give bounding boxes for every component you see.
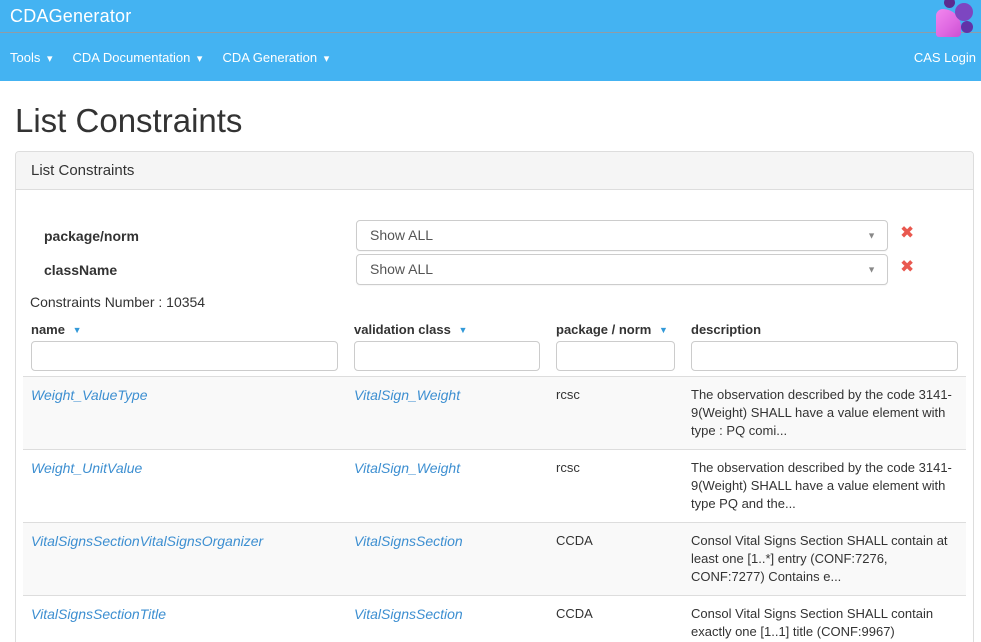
clear-package-norm-button[interactable]: ✖ — [900, 225, 914, 242]
nav-item-label: Tools — [10, 50, 40, 65]
logo-dot-icon — [955, 3, 973, 21]
name-filter-input[interactable] — [31, 341, 338, 371]
package-norm-label: package/norm — [23, 220, 356, 244]
nav-item-tools[interactable]: Tools ▾ — [0, 34, 63, 81]
logo-dot-icon — [961, 21, 973, 33]
clear-classname-button[interactable]: ✖ — [900, 259, 914, 276]
description-cell: The observation described by the code 31… — [683, 377, 966, 450]
chevron-down-icon: ▾ — [197, 53, 203, 65]
column-header-description: description — [683, 319, 966, 339]
constraint-name-link[interactable]: Weight_UnitValue — [31, 460, 142, 476]
table-row: VitalSignsSectionVitalSignsOrganizer Vit… — [23, 523, 966, 596]
logo-dot-icon — [944, 0, 955, 8]
package-norm-select[interactable]: Show ALL ▼ — [356, 220, 888, 251]
constraint-name-link[interactable]: VitalSignsSectionVitalSignsOrganizer — [31, 533, 263, 549]
filter-row-classname: className Show ALL ▼ ✖ — [23, 254, 966, 285]
top-brand-bar: CDAGenerator — [0, 0, 981, 33]
constraint-name-link[interactable]: VitalSignsSectionTitle — [31, 606, 166, 622]
chevron-down-icon: ▼ — [867, 230, 876, 240]
classname-select-value: Show ALL — [370, 261, 433, 277]
sort-desc-icon: ▼ — [458, 325, 467, 335]
description-cell: Consol Vital Signs Section SHALL contain… — [683, 596, 966, 642]
chevron-down-icon: ▾ — [324, 53, 330, 65]
classname-select[interactable]: Show ALL ▼ — [356, 254, 888, 285]
clear-icon: ✖ — [900, 257, 914, 277]
table-header-row: name ▼ validation class ▼ package / norm… — [23, 319, 966, 339]
cas-login-link[interactable]: CAS Login — [904, 34, 981, 81]
navbar-left-group: Tools ▾ CDA Documentation ▾ CDA Generati… — [0, 34, 339, 81]
column-header-validation-class[interactable]: validation class ▼ — [346, 319, 548, 339]
brand-link[interactable]: CDAGenerator — [0, 6, 131, 27]
main-navbar: Tools ▾ CDA Documentation ▾ CDA Generati… — [0, 33, 981, 81]
panel-body: package/norm Show ALL ▼ ✖ className Show… — [16, 190, 973, 642]
constraint-name-link[interactable]: Weight_ValueType — [31, 387, 147, 403]
description-cell: The observation described by the code 31… — [683, 450, 966, 523]
validation-class-link[interactable]: VitalSign_Weight — [354, 387, 460, 403]
sort-desc-icon: ▼ — [73, 325, 82, 335]
constraints-table: name ▼ validation class ▼ package / norm… — [23, 319, 966, 642]
description-cell: Consol Vital Signs Section SHALL contain… — [683, 523, 966, 596]
nav-item-cda-generation[interactable]: CDA Generation ▾ — [212, 34, 339, 81]
classname-label: className — [23, 254, 356, 278]
description-filter-input[interactable] — [691, 341, 958, 371]
chevron-down-icon: ▾ — [47, 53, 53, 65]
nav-item-cda-documentation[interactable]: CDA Documentation ▾ — [63, 34, 213, 81]
validation-class-link[interactable]: VitalSign_Weight — [354, 460, 460, 476]
clear-icon: ✖ — [900, 223, 914, 243]
column-header-name[interactable]: name ▼ — [23, 319, 346, 339]
filter-row-package-norm: package/norm Show ALL ▼ ✖ — [23, 220, 966, 251]
column-header-label: package / norm — [556, 322, 651, 337]
validation-class-filter-input[interactable] — [354, 341, 540, 371]
app-logo — [935, 0, 981, 40]
package-norm-select-value: Show ALL — [370, 227, 433, 243]
nav-item-label: CDA Generation — [222, 50, 317, 65]
validation-class-link[interactable]: VitalSignsSection — [354, 533, 463, 549]
table-filter-row — [23, 339, 966, 377]
table-row: Weight_UnitValue VitalSign_Weight rcsc T… — [23, 450, 966, 523]
column-header-label: name — [31, 322, 65, 337]
table-row: Weight_ValueType VitalSign_Weight rcsc T… — [23, 377, 966, 450]
page-title: List Constraints — [15, 102, 974, 140]
package-cell: CCDA — [548, 523, 683, 596]
validation-class-link[interactable]: VitalSignsSection — [354, 606, 463, 622]
constraints-count: Constraints Number : 10354 — [30, 294, 966, 310]
package-cell: rcsc — [548, 377, 683, 450]
list-constraints-panel: List Constraints package/norm Show ALL ▼… — [15, 151, 974, 642]
chevron-down-icon: ▼ — [867, 264, 876, 274]
column-header-package-norm[interactable]: package / norm ▼ — [548, 319, 683, 339]
sort-desc-icon: ▼ — [659, 325, 668, 335]
package-norm-filter-input[interactable] — [556, 341, 675, 371]
panel-heading: List Constraints — [16, 152, 973, 190]
page-content: List Constraints List Constraints packag… — [0, 102, 981, 642]
package-cell: rcsc — [548, 450, 683, 523]
navbar-right-group: CAS Login — [904, 34, 981, 81]
column-header-label: validation class — [354, 322, 451, 337]
table-row: VitalSignsSectionTitle VitalSignsSection… — [23, 596, 966, 642]
package-cell: CCDA — [548, 596, 683, 642]
nav-item-label: CDA Documentation — [73, 50, 191, 65]
column-header-label: description — [691, 322, 761, 337]
